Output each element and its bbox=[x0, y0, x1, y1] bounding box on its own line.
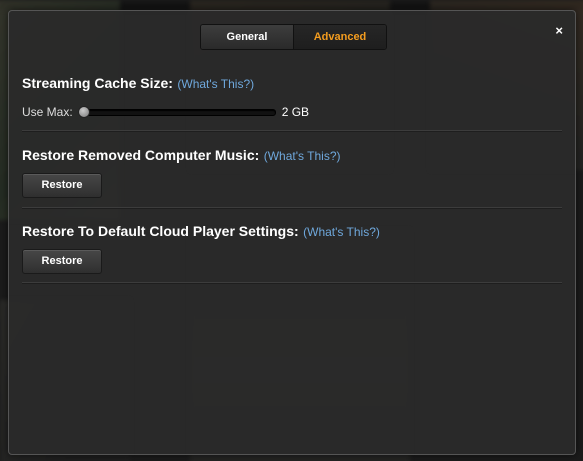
section-title: Restore To Default Cloud Player Settings… bbox=[22, 223, 299, 239]
cache-slider-row: Use Max: 2 GB bbox=[22, 105, 309, 119]
whats-this-link[interactable]: (What's This?) bbox=[264, 149, 341, 163]
tab-general[interactable]: General bbox=[201, 25, 294, 49]
restore-settings-section: Restore To Default Cloud Player Settings… bbox=[22, 223, 575, 241]
cache-size-slider[interactable] bbox=[77, 105, 276, 118]
slider-label: Use Max: bbox=[22, 105, 73, 119]
settings-dialog: General Advanced × Streaming Cache Size:… bbox=[8, 10, 576, 455]
whats-this-link[interactable]: (What's This?) bbox=[303, 225, 380, 239]
tab-bar: General Advanced bbox=[200, 24, 387, 50]
section-title: Restore Removed Computer Music: bbox=[22, 147, 260, 163]
restore-settings-button[interactable]: Restore bbox=[22, 249, 102, 274]
restore-music-section: Restore Removed Computer Music: (What's … bbox=[22, 147, 575, 165]
tab-advanced[interactable]: Advanced bbox=[294, 25, 386, 49]
slider-value: 2 GB bbox=[281, 105, 310, 119]
divider bbox=[22, 130, 562, 132]
slider-knob[interactable] bbox=[77, 105, 90, 118]
divider bbox=[22, 282, 562, 284]
close-icon[interactable]: × bbox=[555, 23, 563, 38]
restore-music-button[interactable]: Restore bbox=[22, 173, 102, 198]
streaming-cache-section: Streaming Cache Size: (What's This?) bbox=[22, 75, 575, 93]
whats-this-link[interactable]: (What's This?) bbox=[177, 77, 254, 91]
divider bbox=[22, 207, 562, 209]
section-title: Streaming Cache Size: bbox=[22, 75, 173, 91]
